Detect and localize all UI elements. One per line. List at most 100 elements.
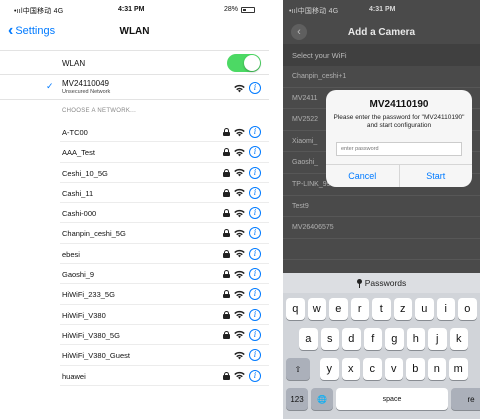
key-d[interactable]: d <box>342 328 361 350</box>
network-row[interactable]: ebesi i <box>60 244 269 265</box>
key-f[interactable]: f <box>363 328 382 350</box>
wifi-list-item-label: Chanpin_ceshi+1 <box>292 73 347 80</box>
lock-icon <box>223 310 230 319</box>
key-a[interactable]: a <box>299 328 318 350</box>
wifi-list-item[interactable] <box>283 239 480 261</box>
network-row-icons: i <box>223 287 261 301</box>
network-row-icons: i <box>223 206 261 220</box>
key-g[interactable]: g <box>385 328 404 350</box>
network-row[interactable]: AAA_Test i <box>60 142 269 163</box>
info-icon[interactable]: i <box>249 349 261 362</box>
dialog-buttons: Cancel Start <box>326 164 472 187</box>
network-row-icons: i <box>223 145 261 159</box>
lock-icon <box>223 290 230 299</box>
network-row[interactable]: HiWiFi_233_5G i <box>60 284 269 305</box>
wlan-label: WLAN <box>62 59 86 68</box>
network-row[interactable]: Ceshi_10_5G i <box>60 163 269 183</box>
lock-icon <box>223 209 230 218</box>
key-y[interactable]: y <box>320 358 339 380</box>
passwords-autofill[interactable]: Passwords <box>283 278 480 288</box>
select-wifi-label: Select your WiFi <box>292 51 347 60</box>
key-h[interactable]: h <box>406 328 425 350</box>
wifi-list-item[interactable]: MV26406575 <box>283 217 480 239</box>
key-o[interactable]: o <box>458 298 477 320</box>
key-e[interactable]: e <box>329 298 348 320</box>
wifi-list-item[interactable]: Chanpin_ceshi+1 <box>283 66 480 88</box>
key-k[interactable]: k <box>449 328 468 350</box>
shift-key[interactable]: ⇧ <box>286 358 310 380</box>
key-s[interactable]: s <box>320 328 339 350</box>
network-name: HiWiFi_V380_5G <box>62 330 120 340</box>
info-icon[interactable]: i <box>249 308 261 321</box>
key-m[interactable]: m <box>449 358 468 380</box>
info-icon[interactable]: i <box>249 146 261 159</box>
globe-icon[interactable]: 🌐 <box>311 388 333 410</box>
info-icon[interactable]: i <box>249 126 261 138</box>
key-q[interactable]: q <box>286 298 305 320</box>
page-title: WLAN <box>119 26 150 37</box>
info-icon[interactable]: i <box>249 369 261 382</box>
info-icon[interactable]: i <box>249 268 261 281</box>
keyboard-row: ⇧ y x c v b n m <box>283 358 480 382</box>
network-row[interactable]: A-TC00 i <box>60 122 269 143</box>
key-x[interactable]: x <box>341 358 360 380</box>
network-list: A-TC00 i AAA_Test i Ceshi_10_5G i Cashi_11 i Cas… <box>0 122 269 386</box>
network-row-icons: i <box>223 186 261 200</box>
key-n[interactable]: n <box>427 358 446 380</box>
network-row[interactable]: HiWiFi_V380_5G i <box>60 325 269 346</box>
connected-network-row[interactable]: ✓ MV24110049 Unsecured Network i <box>0 74 269 100</box>
info-icon[interactable]: i <box>249 166 261 179</box>
wifi-list-item[interactable]: Test9 <box>283 196 480 218</box>
wlan-toggle[interactable] <box>227 54 261 72</box>
info-icon[interactable]: i <box>249 247 261 260</box>
return-key[interactable]: re <box>451 388 480 410</box>
key-b[interactable]: b <box>406 358 425 380</box>
info-icon[interactable]: i <box>249 207 261 220</box>
network-row[interactable]: HiWiFi_V380 i <box>60 305 269 325</box>
info-icon[interactable]: i <box>249 227 261 240</box>
wifi-icon <box>234 290 245 299</box>
network-row[interactable]: Gaoshi_9 i <box>60 264 269 285</box>
wifi-icon <box>234 270 245 278</box>
wifi-icon <box>234 84 245 92</box>
network-row-icons: i <box>223 125 261 139</box>
wifi-list-item-label: Test9 <box>292 202 309 210</box>
lock-icon <box>223 229 230 238</box>
wifi-list-item-label: Xiaomi_ <box>292 137 318 145</box>
carrier-signal-right: •ııl中国移动 4G <box>289 8 339 15</box>
lock-icon <box>223 168 230 177</box>
key-c[interactable]: c <box>363 358 382 380</box>
key-v[interactable]: v <box>384 358 403 380</box>
network-row[interactable]: HiWiFi_V380_Guest i <box>60 345 269 366</box>
network-row-icons: i <box>223 226 261 240</box>
lock-icon <box>223 188 230 197</box>
battery-percent: 28% <box>223 6 238 13</box>
network-row[interactable]: Cashi_11 i <box>60 183 269 204</box>
network-name: AAA_Test <box>62 148 95 158</box>
lock-icon <box>223 148 230 157</box>
cancel-button[interactable]: Cancel <box>326 165 399 187</box>
network-name: huawei <box>62 371 86 381</box>
info-icon[interactable]: i <box>249 288 261 301</box>
key-z[interactable]: z <box>393 298 412 320</box>
carrier-signal: •ııl中国移动 4G <box>14 8 64 15</box>
info-icon[interactable]: i <box>249 82 261 94</box>
space-key[interactable]: space <box>336 388 448 410</box>
key-u[interactable]: u <box>415 298 434 320</box>
network-name: A-TC00 <box>62 128 88 137</box>
network-row[interactable]: Chanpin_ceshi_5G i <box>60 223 269 244</box>
network-row[interactable]: huawei i <box>60 366 269 386</box>
key-i[interactable]: i <box>436 298 455 320</box>
numbers-key[interactable]: 123 <box>286 388 308 410</box>
start-button[interactable]: Start <box>398 165 473 187</box>
key-t[interactable]: t <box>372 298 391 320</box>
network-name: HiWiFi_233_5G <box>62 290 115 300</box>
password-input[interactable] <box>336 142 462 156</box>
network-row[interactable]: Cashi-000 i <box>60 203 269 224</box>
key-j[interactable]: j <box>428 328 447 350</box>
key-r[interactable]: r <box>350 298 369 320</box>
status-time-right: 4:31 PM <box>369 6 396 13</box>
info-icon[interactable]: i <box>249 186 261 199</box>
info-icon[interactable]: i <box>249 328 261 341</box>
key-w[interactable]: w <box>307 298 326 320</box>
